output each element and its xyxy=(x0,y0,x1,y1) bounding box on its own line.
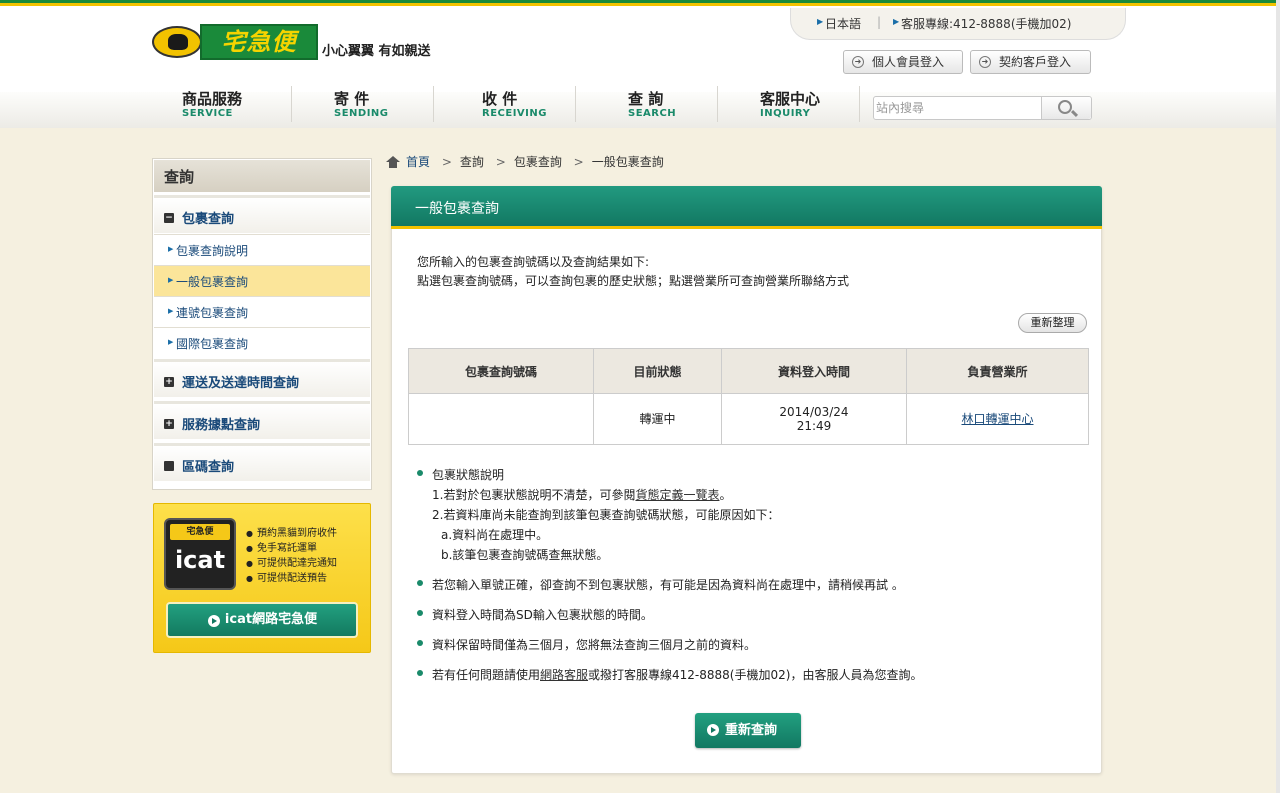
result-table: 包裹查詢號碼 目前狀態 資料登入時間 負責營業所 轉運中 2014/03/24 2… xyxy=(408,348,1089,445)
sidebar-item-international-query[interactable]: ▶ 國際包裹查詢 xyxy=(154,327,370,358)
status-definition-link[interactable]: 貨態定義一覽表 xyxy=(635,488,719,502)
nav-sending[interactable]: 寄 件 SENDING xyxy=(292,86,434,122)
arrow-icon: ➜ xyxy=(979,56,991,68)
contract-login-button[interactable]: ➜ 契約客戶登入 xyxy=(970,50,1091,74)
triangle-icon: ▶ xyxy=(168,276,174,284)
japanese-link[interactable]: 日本語 xyxy=(825,15,861,32)
triangle-icon: ▶ xyxy=(168,338,174,346)
refresh-button[interactable]: 重新整理 xyxy=(1018,313,1087,333)
sidebar-item-serial-query[interactable]: ▶ 連號包裹查詢 xyxy=(154,296,370,327)
icat-logo: 宅急便 icat xyxy=(164,518,236,590)
icat-banner[interactable]: 宅急便 icat 預約黑貓到府收件 免手寫託運單 可提供配達完通知 可提供配送預… xyxy=(153,503,371,653)
sidebar-item-general-query[interactable]: ▶ 一般包裹查詢 xyxy=(154,265,370,296)
table-header-row: 包裹查詢號碼 目前狀態 資料登入時間 負責營業所 xyxy=(408,348,1089,394)
office-cell: 林口轉運中心 xyxy=(906,393,1089,445)
bullet-icon xyxy=(417,610,423,616)
plus-icon: + xyxy=(164,377,174,387)
black-cat-icon xyxy=(152,26,202,58)
breadcrumb-query[interactable]: 查詢 xyxy=(460,155,484,169)
status-cell: 轉運中 xyxy=(593,393,722,445)
arrow-icon: ➜ xyxy=(852,56,864,68)
play-icon xyxy=(208,615,220,627)
nav-receiving[interactable]: 收 件 RECEIVING xyxy=(434,86,576,122)
site-search xyxy=(873,96,1092,120)
home-icon xyxy=(386,156,400,168)
table-row: 轉運中 2014/03/24 21:49 林口轉運中心 xyxy=(408,393,1089,445)
divider: | xyxy=(877,15,882,29)
nav-service[interactable]: 商品服務 SERVICE xyxy=(150,86,292,122)
triangle-icon: ▶ xyxy=(817,17,824,26)
panel-header: 一般包裹查詢 xyxy=(391,186,1102,229)
sidebar-title: 查詢 xyxy=(154,160,370,192)
scrollbar[interactable] xyxy=(1276,0,1280,793)
play-icon xyxy=(707,724,719,736)
triangle-icon: ▶ xyxy=(893,17,900,26)
page-title: 一般包裹查詢 xyxy=(415,201,499,217)
bullet-icon xyxy=(417,640,423,646)
online-service-link[interactable]: 網路客服 xyxy=(540,668,588,682)
intro-text: 您所輸入的包裹查詢號碼以及查詢結果如下: 點選包裹查詢號碼，可以查詢包裹的歷史狀… xyxy=(417,255,850,288)
breadcrumb: 首頁 > 查詢 > 包裹查詢 > 一般包裹查詢 xyxy=(386,153,664,170)
breadcrumb-home[interactable]: 首頁 xyxy=(406,155,430,169)
square-icon xyxy=(164,461,174,471)
triangle-icon: ▶ xyxy=(168,307,174,315)
sidebar-item-parcel-help[interactable]: ▶ 包裹查詢說明 xyxy=(154,234,370,265)
utility-bar: ▶ 日本語 | ▶ 客服專線:412-8888(手機加02) xyxy=(790,8,1126,40)
sidebar-group-parcel[interactable]: − 包裹查詢 xyxy=(154,195,370,233)
tracking-number-cell[interactable] xyxy=(408,393,594,445)
result-panel: 一般包裹查詢 您所輸入的包裹查詢號碼以及查詢結果如下: 點選包裹查詢號碼，可以查… xyxy=(391,186,1102,774)
nav-search[interactable]: 查 詢 SEARCH xyxy=(576,86,718,122)
plus-icon: + xyxy=(164,419,174,429)
triangle-icon: ▶ xyxy=(168,245,174,253)
logo-text: 宅急便 xyxy=(200,24,318,60)
bullet-icon xyxy=(417,470,423,476)
hotline-text: 客服專線:412-8888(手機加02) xyxy=(901,17,1072,31)
office-link[interactable]: 林口轉運中心 xyxy=(961,412,1033,426)
sidebar-group-area-code[interactable]: 區碼查詢 xyxy=(154,443,370,481)
breadcrumb-parcel[interactable]: 包裹查詢 xyxy=(514,155,562,169)
search-icon[interactable] xyxy=(1041,97,1091,119)
bullet-icon xyxy=(417,580,423,586)
nav-inquiry[interactable]: 客服中心 INQUIRY xyxy=(718,86,860,122)
icat-features: 預約黑貓到府收件 免手寫託運單 可提供配達完通知 可提供配送預告 xyxy=(246,526,337,586)
sidebar-group-service-points[interactable]: + 服務據點查詢 xyxy=(154,401,370,439)
member-login-button[interactable]: ➜ 個人會員登入 xyxy=(843,50,963,74)
requery-button[interactable]: 重新查詢 xyxy=(695,713,801,748)
minus-icon: − xyxy=(164,213,174,223)
sidebar-group-delivery-time[interactable]: + 運送及送達時間查詢 xyxy=(154,359,370,397)
search-input[interactable] xyxy=(876,99,1040,117)
icat-button[interactable]: icat網路宅急便 xyxy=(166,602,358,638)
logo-slogan: 小心翼翼 有如親送 xyxy=(322,44,431,59)
login-time-cell: 2014/03/24 21:49 xyxy=(721,393,907,445)
bullet-icon xyxy=(417,670,423,676)
breadcrumb-current: 一般包裹查詢 xyxy=(591,155,664,169)
